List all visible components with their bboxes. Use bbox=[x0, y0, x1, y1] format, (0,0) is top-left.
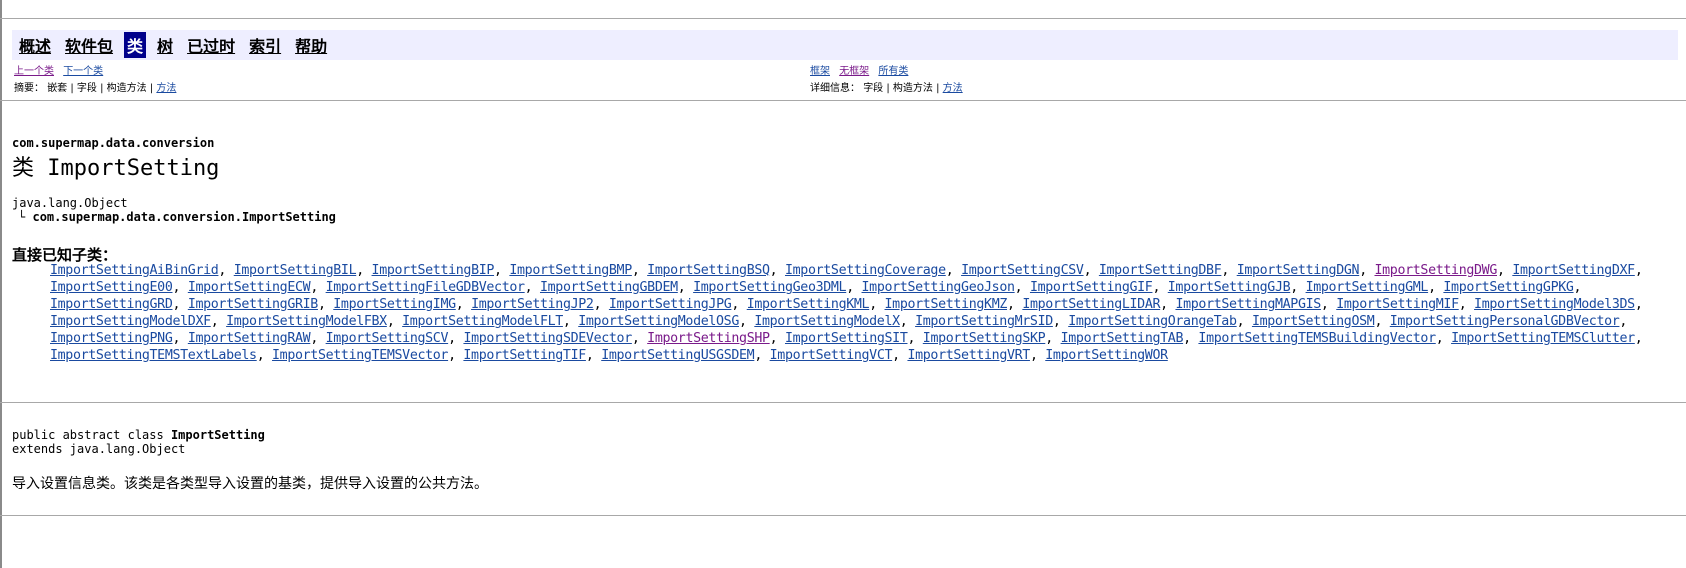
subclass-link[interactable]: ImportSettingLIDAR bbox=[1022, 297, 1160, 312]
subclass-link[interactable]: ImportSettingJPG bbox=[609, 297, 732, 312]
subclass-link[interactable]: ImportSettingTEMSClutter bbox=[1451, 331, 1635, 346]
subclass-link[interactable]: ImportSettingGRD bbox=[50, 297, 173, 312]
nav-item-1[interactable]: 软件包 bbox=[62, 32, 116, 58]
subclass-link[interactable]: ImportSettingPersonalGDBVector bbox=[1390, 314, 1620, 329]
summary-items: 嵌套 | 字段 | 构造方法 | bbox=[47, 83, 154, 94]
top-divider bbox=[0, 18, 1686, 19]
subclass-link[interactable]: ImportSettingTEMSBuildingVector bbox=[1198, 331, 1436, 346]
subclass-link[interactable]: ImportSettingSDEVector bbox=[463, 331, 632, 346]
subclass-link[interactable]: ImportSettingFileGDBVector bbox=[326, 280, 525, 295]
description-divider bbox=[0, 402, 1686, 403]
bottom-divider bbox=[0, 515, 1686, 516]
subclass-link[interactable]: ImportSettingSCV bbox=[326, 331, 449, 346]
nav-item-6[interactable]: 帮助 bbox=[292, 32, 330, 58]
subclass-link[interactable]: ImportSettingDWG bbox=[1375, 263, 1498, 278]
prev-next-nav: 上一个类 下一个类 bbox=[14, 62, 109, 77]
summary-nav: 摘要： 嵌套 | 字段 | 构造方法 | 方法 bbox=[14, 79, 182, 94]
subclass-link[interactable]: ImportSettingCoverage bbox=[785, 263, 946, 278]
subclass-link[interactable]: ImportSettingModelDXF bbox=[50, 314, 211, 329]
subclass-link[interactable]: ImportSettingCSV bbox=[961, 263, 1084, 278]
class-declaration: public abstract class ImportSetting bbox=[12, 428, 265, 442]
nav-item-5[interactable]: 索引 bbox=[246, 32, 284, 58]
subclass-link[interactable]: ImportSettingGeoJson bbox=[862, 280, 1015, 295]
frames-link[interactable]: 框架 bbox=[810, 66, 830, 77]
declaration-class-name: ImportSetting bbox=[170, 428, 265, 442]
tree-connector: └ bbox=[18, 210, 26, 224]
subclass-link[interactable]: ImportSettingSIT bbox=[785, 331, 908, 346]
detail-items: 字段 | 构造方法 | bbox=[863, 83, 940, 94]
inheritance-root: java.lang.Object bbox=[12, 196, 128, 210]
subclass-link[interactable]: ImportSettingModelFBX bbox=[226, 314, 387, 329]
subclass-link[interactable]: ImportSettingBMP bbox=[509, 263, 632, 278]
subclass-link[interactable]: ImportSettingUSGSDEM bbox=[601, 348, 754, 363]
subclass-link[interactable]: ImportSettingModel3DS bbox=[1474, 297, 1635, 312]
subclass-link[interactable]: ImportSettingE00 bbox=[50, 280, 173, 295]
subclass-link[interactable]: ImportSettingModelFLT bbox=[402, 314, 563, 329]
frames-nav: 框架 无框架 所有类 bbox=[810, 62, 914, 77]
subclass-link[interactable]: ImportSettingKML bbox=[747, 297, 870, 312]
subclass-link[interactable]: ImportSettingModelOSG bbox=[578, 314, 739, 329]
subclass-link[interactable]: ImportSettingTIF bbox=[463, 348, 586, 363]
detail-nav: 详细信息： 字段 | 构造方法 | 方法 bbox=[810, 79, 969, 94]
subclass-link[interactable]: ImportSettingSHP bbox=[647, 331, 770, 346]
subclass-link[interactable]: ImportSettingJP2 bbox=[471, 297, 594, 312]
page-title: 类 ImportSetting bbox=[12, 156, 220, 181]
declaration-modifiers: public abstract class bbox=[12, 428, 171, 442]
subclass-link[interactable]: ImportSettingRAW bbox=[188, 331, 311, 346]
subclass-link[interactable]: ImportSettingKMZ bbox=[885, 297, 1008, 312]
package-name: com.supermap.data.conversion bbox=[12, 136, 215, 150]
subclass-link[interactable]: ImportSettingGJB bbox=[1168, 280, 1291, 295]
prev-class-link[interactable]: 上一个类 bbox=[14, 66, 54, 77]
subclass-link[interactable]: ImportSettingGPKG bbox=[1443, 280, 1574, 295]
subclass-link[interactable]: ImportSettingOrangeTab bbox=[1068, 314, 1237, 329]
subclass-link[interactable]: ImportSettingVRT bbox=[907, 348, 1030, 363]
subclass-link[interactable]: ImportSettingBSQ bbox=[647, 263, 770, 278]
inheritance-child: └ com.supermap.data.conversion.ImportSet… bbox=[18, 210, 336, 224]
subclass-link[interactable]: ImportSettingGBDEM bbox=[540, 280, 678, 295]
subclass-link[interactable]: ImportSettingMAPGIS bbox=[1175, 297, 1321, 312]
subclass-link[interactable]: ImportSettingWOR bbox=[1045, 348, 1168, 363]
subclasses-list: ImportSettingAiBinGrid, ImportSettingBIL… bbox=[50, 263, 1643, 363]
window-left-border bbox=[0, 0, 2, 568]
subclass-link[interactable]: ImportSettingBIP bbox=[372, 263, 495, 278]
detail-method-link[interactable]: 方法 bbox=[943, 83, 963, 94]
subclass-link[interactable]: ImportSettingTEMSVector bbox=[272, 348, 448, 363]
detail-label: 详细信息： bbox=[810, 83, 860, 94]
all-classes-link[interactable]: 所有类 bbox=[878, 66, 908, 77]
subclass-link[interactable]: ImportSettingOSM bbox=[1252, 314, 1375, 329]
inheritance-class: com.supermap.data.conversion.ImportSetti… bbox=[32, 210, 336, 224]
summary-label: 摘要： bbox=[14, 83, 44, 94]
class-extends: extends java.lang.Object bbox=[12, 442, 186, 456]
nav-item-2: 类 bbox=[124, 32, 147, 58]
subclass-link[interactable]: ImportSettingDBF bbox=[1099, 263, 1222, 278]
summary-method-link[interactable]: 方法 bbox=[156, 83, 176, 94]
subclass-link[interactable]: ImportSettingGML bbox=[1306, 280, 1429, 295]
subclass-link[interactable]: ImportSettingMrSID bbox=[915, 314, 1053, 329]
header-divider bbox=[0, 100, 1686, 101]
no-frames-link[interactable]: 无框架 bbox=[839, 66, 869, 77]
top-navbar: 概述 软件包类树已过时 索引 帮助 bbox=[12, 30, 1678, 60]
subclass-link[interactable]: ImportSettingGIF bbox=[1030, 280, 1153, 295]
subclass-link[interactable]: ImportSettingPNG bbox=[50, 331, 173, 346]
nav-item-4[interactable]: 已过时 bbox=[184, 32, 238, 58]
subclass-link[interactable]: ImportSettingSKP bbox=[923, 331, 1046, 346]
nav-item-3[interactable]: 树 bbox=[154, 32, 176, 58]
nav-item-0[interactable]: 概述 bbox=[16, 32, 54, 58]
subclass-link[interactable]: ImportSettingECW bbox=[188, 280, 311, 295]
subclass-link[interactable]: ImportSettingDGN bbox=[1237, 263, 1360, 278]
subclass-link[interactable]: ImportSettingGeo3DML bbox=[693, 280, 846, 295]
subclass-link[interactable]: ImportSettingBIL bbox=[234, 263, 357, 278]
subclass-link[interactable]: ImportSettingModelX bbox=[754, 314, 900, 329]
subclass-link[interactable]: ImportSettingTEMSTextLabels bbox=[50, 348, 257, 363]
subclass-link[interactable]: ImportSettingTAB bbox=[1061, 331, 1184, 346]
subclass-link[interactable]: ImportSettingAiBinGrid bbox=[50, 263, 219, 278]
subclass-link[interactable]: ImportSettingIMG bbox=[333, 297, 456, 312]
subclass-link[interactable]: ImportSettingVCT bbox=[770, 348, 893, 363]
subclass-link[interactable]: ImportSettingDXF bbox=[1512, 263, 1635, 278]
subclass-link[interactable]: ImportSettingMIF bbox=[1336, 297, 1459, 312]
subclass-link[interactable]: ImportSettingGRIB bbox=[188, 297, 319, 312]
class-description: 导入设置信息类。该类是各类型导入设置的基类，提供导入设置的公共方法。 bbox=[12, 476, 488, 492]
next-class-link[interactable]: 下一个类 bbox=[63, 66, 103, 77]
